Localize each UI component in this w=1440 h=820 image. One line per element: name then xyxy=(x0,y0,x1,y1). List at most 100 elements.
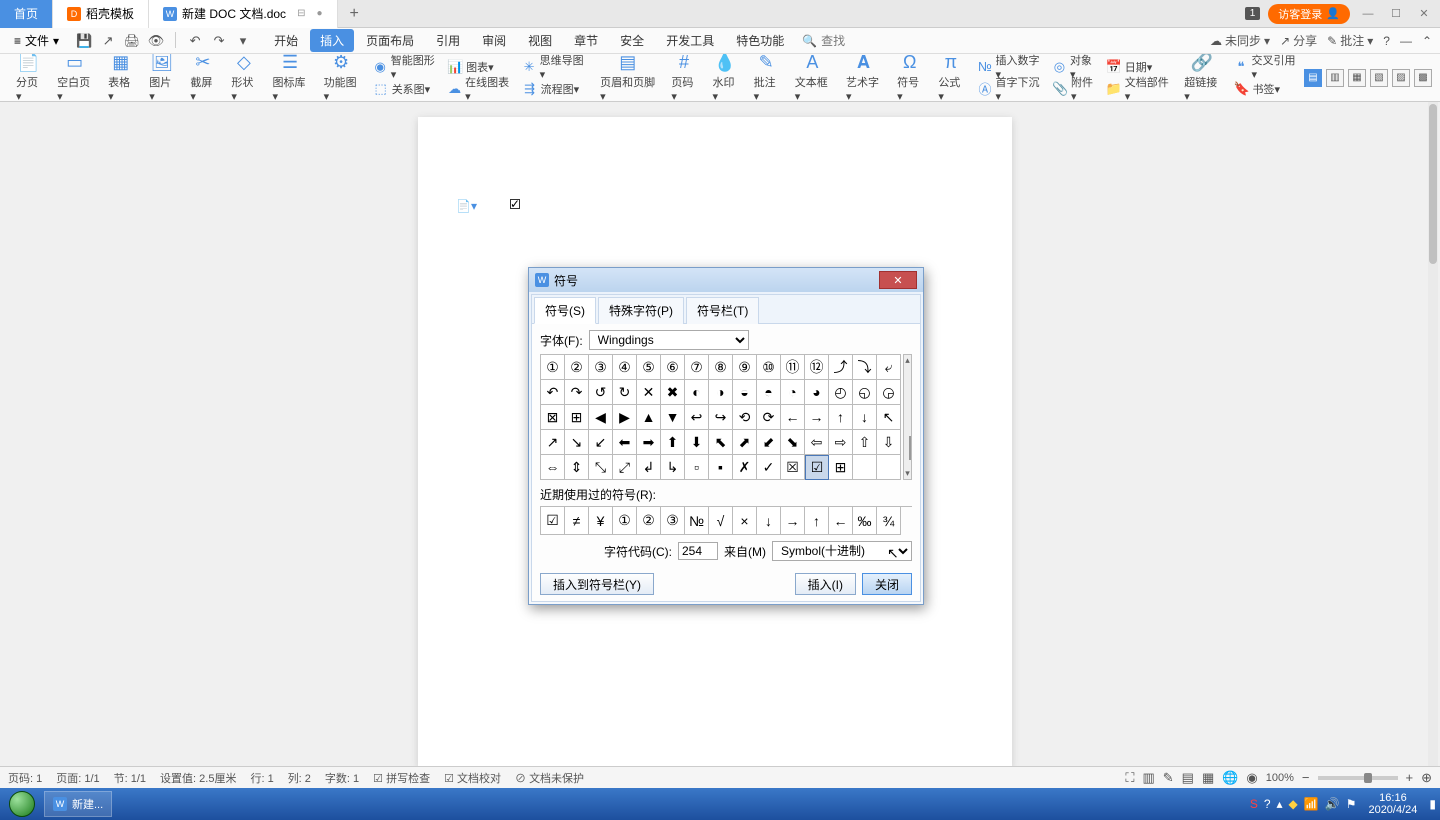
symbol-cell[interactable]: ⇨ xyxy=(829,430,853,455)
qat-dropdown-icon[interactable]: ▾ xyxy=(234,32,252,50)
reading-layout-icon[interactable]: ▥ xyxy=(1142,770,1154,786)
symbol-cell[interactable]: ⑨ xyxy=(733,355,757,380)
print-icon[interactable]: 🖨 xyxy=(123,32,141,50)
symbol-cell[interactable]: ⊞ xyxy=(829,455,853,480)
symbol-cell[interactable]: ← xyxy=(781,405,805,430)
symbol-cell[interactable]: ↓ xyxy=(853,405,877,430)
status-page-no[interactable]: 页码: 1 xyxy=(8,770,42,786)
close-button[interactable]: 关闭 xyxy=(862,573,912,595)
tab-add-button[interactable]: + xyxy=(338,5,371,23)
symbol-cell[interactable]: ◶ xyxy=(877,380,901,405)
char-code-input[interactable] xyxy=(678,542,718,560)
ribbon-图片[interactable]: 🖼图片▾ xyxy=(141,54,182,102)
undo-icon[interactable]: ↶ xyxy=(186,32,204,50)
ribbon-分页[interactable]: 📄分页▾ xyxy=(8,54,49,102)
web-layout-icon[interactable]: 🌐 xyxy=(1222,770,1238,786)
print-layout-icon[interactable]: ▤ xyxy=(1182,770,1194,786)
ribbon-附件[interactable]: 📎附件▾ xyxy=(1052,79,1096,99)
symbol-cell[interactable]: ⊠ xyxy=(541,405,565,430)
search-area[interactable]: 🔍 查找 xyxy=(802,32,845,49)
window-minimize[interactable]: — xyxy=(1358,4,1378,24)
ribbon-截屏[interactable]: ✂截屏▾ xyxy=(182,54,223,102)
symbol-cell[interactable]: ✗ xyxy=(733,455,757,480)
ribbon-tab-insert[interactable]: 插入 xyxy=(310,29,354,52)
ribbon-思维导图[interactable]: ✳思维导图▾ xyxy=(522,57,586,77)
symbol-cell[interactable]: ◀ xyxy=(589,405,613,430)
symbol-cell[interactable]: ⤡ xyxy=(589,455,613,480)
view-mode-1[interactable]: ▤ xyxy=(1304,69,1322,87)
symbol-cell[interactable]: ⬉ xyxy=(709,430,733,455)
sync-status[interactable]: ☁未同步▾ xyxy=(1210,32,1270,49)
dialog-tab-special[interactable]: 特殊字符(P) xyxy=(598,297,684,324)
ribbon-流程图[interactable]: ⇶流程图▾ xyxy=(522,79,586,99)
symbol-cell[interactable]: ④ xyxy=(613,355,637,380)
show-desktop[interactable]: ▮ xyxy=(1429,797,1436,811)
help-icon[interactable]: ? xyxy=(1383,34,1390,48)
ribbon-tab-view[interactable]: 视图 xyxy=(518,29,562,52)
symbol-cell[interactable]: ↲ xyxy=(637,455,661,480)
ribbon-批注[interactable]: ✎批注▾ xyxy=(746,54,787,102)
symbol-cell[interactable]: ◓ xyxy=(757,380,781,405)
symbol-cell[interactable]: ◔ xyxy=(781,380,805,405)
symbol-cell[interactable]: ⟲ xyxy=(733,405,757,430)
symbol-cell[interactable]: ↺ xyxy=(589,380,613,405)
tab-template[interactable]: D 稻壳模板 xyxy=(53,0,149,28)
symbol-cell[interactable]: ◑ xyxy=(709,380,733,405)
symbol-cell[interactable]: ⑩ xyxy=(757,355,781,380)
recent-symbol-cell[interactable]: ← xyxy=(829,507,853,535)
symbol-cell[interactable]: ⑦ xyxy=(685,355,709,380)
login-button[interactable]: 访客登录 👤 xyxy=(1268,4,1350,24)
recent-symbol-cell[interactable]: ≠ xyxy=(565,507,589,535)
symbol-cell[interactable]: ⑤ xyxy=(637,355,661,380)
eye-protect-icon[interactable]: ◉ xyxy=(1246,770,1257,786)
ribbon-tab-layout[interactable]: 页面布局 xyxy=(356,29,424,52)
ribbon-书签[interactable]: 🔖书签▾ xyxy=(1234,79,1298,99)
symbol-cell[interactable]: ⬅ xyxy=(613,430,637,455)
symbol-cell[interactable]: ☑ xyxy=(805,455,829,480)
symbol-cell[interactable]: ◒ xyxy=(733,380,757,405)
symbol-cell[interactable]: ↷ xyxy=(565,380,589,405)
ribbon-形状[interactable]: ◇形状▾ xyxy=(223,54,264,102)
annotate-button[interactable]: ✎批注▾ xyxy=(1327,32,1373,49)
status-proof[interactable]: ☑ 文档校对 xyxy=(444,770,501,786)
symbol-cell[interactable]: ⟳ xyxy=(757,405,781,430)
symbol-cell[interactable]: ◵ xyxy=(853,380,877,405)
symbol-cell[interactable]: ③ xyxy=(589,355,613,380)
recent-symbol-cell[interactable]: ↓ xyxy=(757,507,781,535)
recent-symbol-cell[interactable]: ① xyxy=(613,507,637,535)
ribbon-首字下沉[interactable]: Ⓐ首字下沉▾ xyxy=(977,79,1041,99)
zoom-in-icon[interactable]: + xyxy=(1406,770,1414,785)
symbol-cell[interactable]: ▶ xyxy=(613,405,637,430)
status-page-count[interactable]: 页面: 1/1 xyxy=(56,770,99,786)
ribbon-tab-start[interactable]: 开始 xyxy=(264,29,308,52)
status-column[interactable]: 列: 2 xyxy=(288,770,311,786)
symbol-cell[interactable]: ⑫ xyxy=(805,355,829,380)
symbol-cell[interactable]: ⤴ xyxy=(829,355,853,380)
from-select[interactable]: Symbol(十进制) xyxy=(772,541,912,561)
ribbon-水印[interactable]: 💧水印▾ xyxy=(705,54,746,102)
symbol-cell[interactable]: ↙ xyxy=(589,430,613,455)
recent-symbol-cell[interactable]: ‰ xyxy=(853,507,877,535)
ribbon-tab-features[interactable]: 特色功能 xyxy=(726,29,794,52)
symbol-cell[interactable]: ↳ xyxy=(661,455,685,480)
symbol-cell[interactable]: ⇧ xyxy=(853,430,877,455)
ribbon-符号[interactable]: Ω符号▾ xyxy=(889,54,930,102)
symbol-cell[interactable]: ⇩ xyxy=(877,430,901,455)
symbol-cell[interactable]: ✖ xyxy=(661,380,685,405)
dialog-tab-symbolbar[interactable]: 符号栏(T) xyxy=(686,297,759,324)
symbol-cell[interactable]: ⤢ xyxy=(613,455,637,480)
symbol-cell[interactable]: ⇔ xyxy=(541,455,565,480)
tray-input-icon[interactable]: S xyxy=(1250,797,1258,811)
view-mode-5[interactable]: ▨ xyxy=(1392,69,1410,87)
scroll-up-icon[interactable]: ▴ xyxy=(905,355,910,366)
symbol-cell[interactable]: ↩ xyxy=(685,405,709,430)
symbol-cell[interactable]: ▫ xyxy=(685,455,709,480)
recent-symbol-cell[interactable]: → xyxy=(781,507,805,535)
symbol-cell[interactable]: ↘ xyxy=(565,430,589,455)
symbol-cell[interactable]: ✓ xyxy=(757,455,781,480)
view-mode-6[interactable]: ▩ xyxy=(1414,69,1432,87)
window-maximize[interactable]: ☐ xyxy=(1386,4,1406,24)
recent-symbol-cell[interactable]: ↑ xyxy=(805,507,829,535)
symbol-cell[interactable]: ⤶ xyxy=(877,355,901,380)
save-icon[interactable]: 💾 xyxy=(75,32,93,50)
